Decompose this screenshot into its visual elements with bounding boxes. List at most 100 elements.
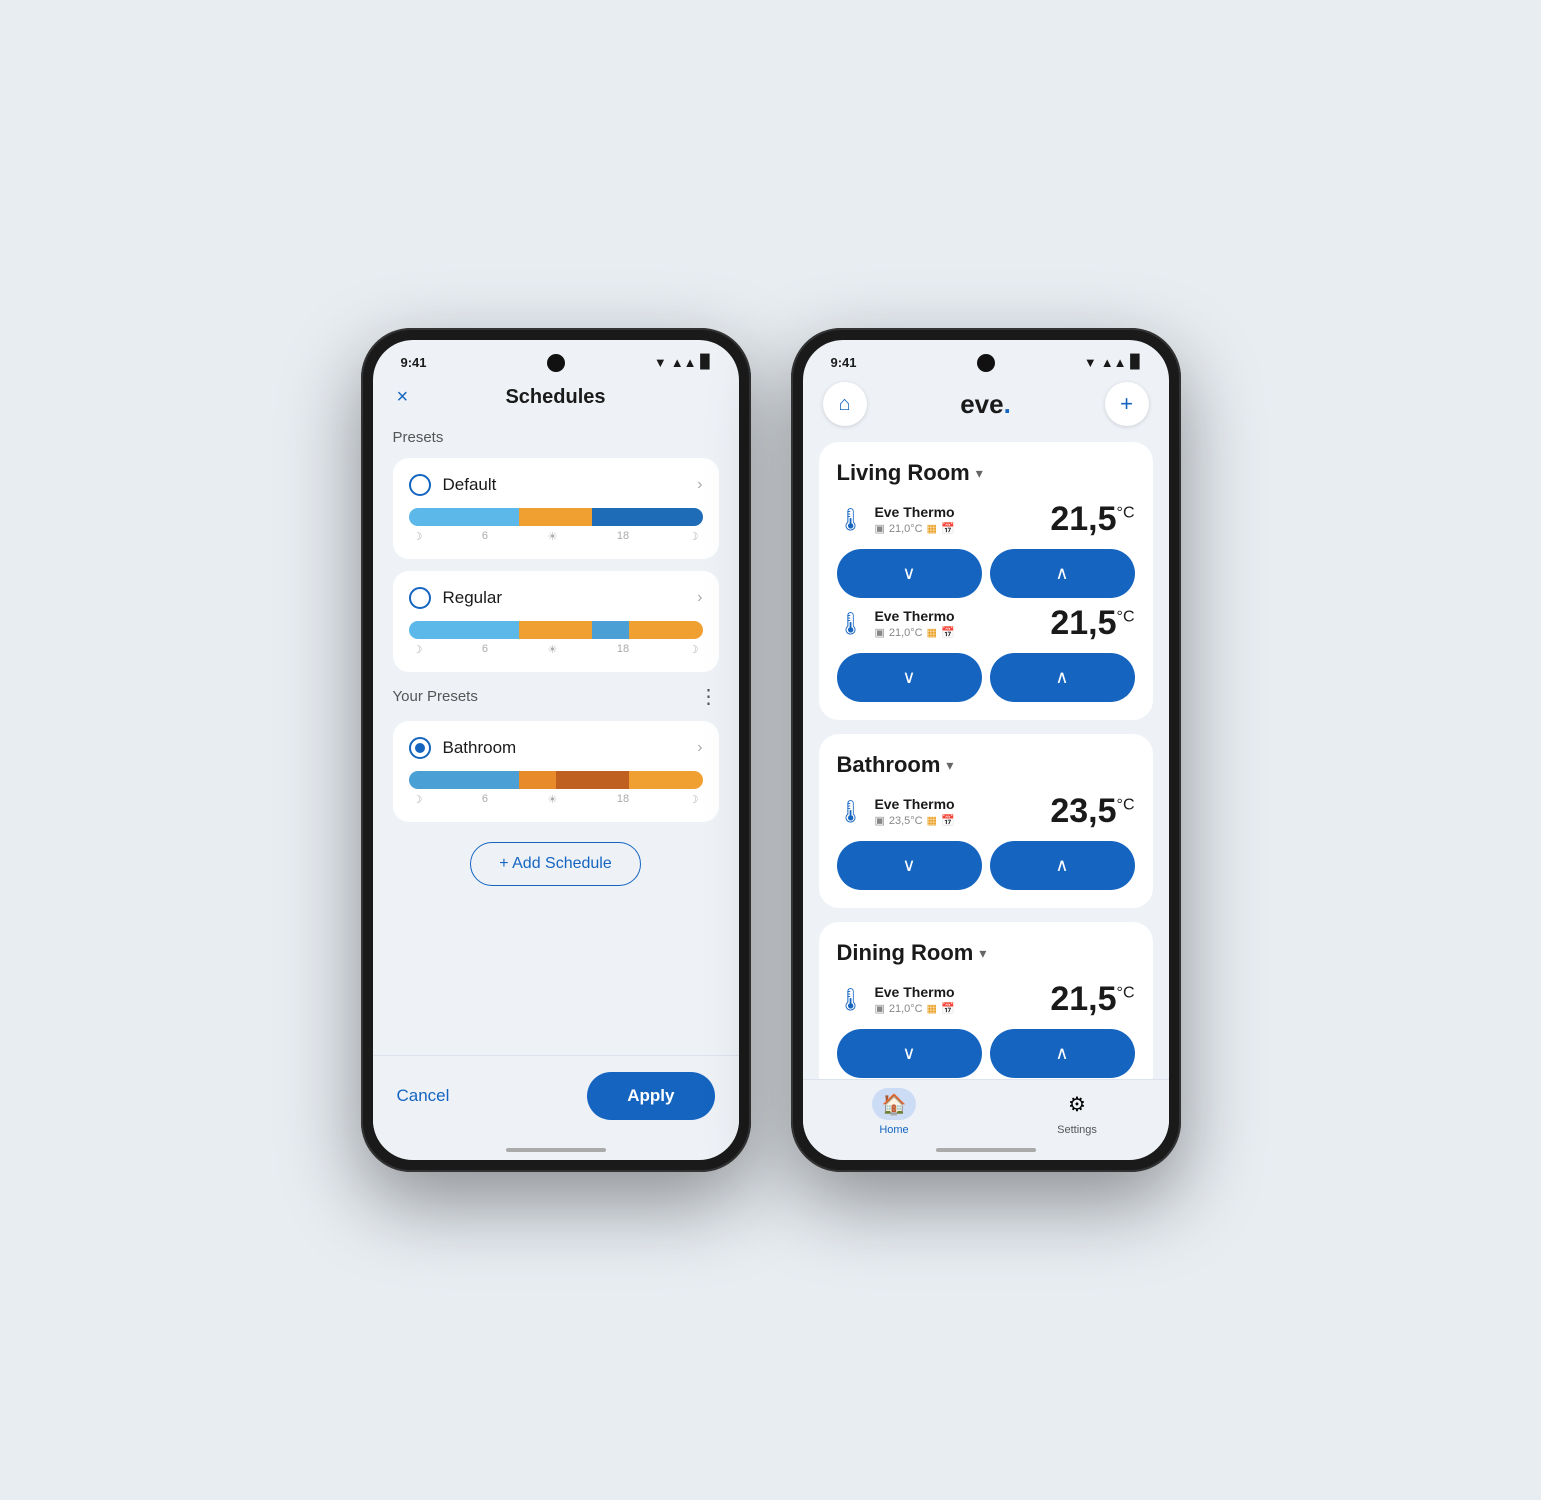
- preset-row-bathroom[interactable]: Bathroom ›: [409, 737, 703, 759]
- home-indicator: [373, 1140, 739, 1160]
- decrease-button-2[interactable]: ∨: [837, 653, 982, 702]
- room-card-bathroom: Bathroom ▾ 🌡 Eve Thermo ▣ 23,5°C ▦: [819, 734, 1153, 908]
- thermometer-icon: 🌡: [837, 507, 865, 533]
- room-name-bathroom: Bathroom: [837, 752, 941, 778]
- room-card-dining: Dining Room ▾ 🌡 Eve Thermo ▣ 21,0°C: [819, 922, 1153, 1079]
- bar-seg: [409, 621, 519, 639]
- schedules-screen: × Schedules Presets Default ›: [373, 378, 739, 1160]
- bar-seg: [409, 771, 519, 789]
- eve-logo: eve.: [960, 389, 1011, 420]
- status-time: 9:41: [401, 355, 427, 370]
- eve-dot: .: [1004, 389, 1011, 419]
- bar-seg: [409, 508, 519, 526]
- battery-icon-eve: ▉: [1131, 354, 1141, 370]
- room-name-living: Living Room: [837, 460, 970, 486]
- camera: [977, 354, 995, 372]
- status-icons: ▼ ▲▲ ▉: [654, 354, 711, 370]
- chevron-bathroom: ›: [697, 739, 702, 757]
- schedules-footer: Cancel Apply: [373, 1055, 739, 1140]
- preset-name-default: Default: [443, 475, 497, 495]
- home-circle-button[interactable]: ⌂: [823, 382, 867, 426]
- schedule-bar-default: ☽ 6 ☀ 18 ☽: [409, 508, 703, 543]
- bar-seg: [629, 771, 703, 789]
- status-icons-eve: ▼ ▲▲ ▉: [1084, 354, 1141, 370]
- thermo-name-2: Eve Thermo: [874, 608, 954, 624]
- control-btns: ∨ ∧: [837, 549, 1135, 598]
- thermo-name-dining: Eve Thermo: [874, 984, 954, 1000]
- thermo-row: 🌡 Eve Thermo ▣ 21,0°C ▦ 📅: [837, 500, 1135, 539]
- thermo-sub-temp-2: 21,0°C: [889, 627, 923, 639]
- preset-name-bathroom: Bathroom: [443, 738, 517, 758]
- house-icon: ⌂: [838, 393, 850, 416]
- bar-seg: [592, 508, 702, 526]
- add-schedule-button[interactable]: + Add Schedule: [470, 842, 641, 886]
- cancel-button[interactable]: Cancel: [397, 1086, 450, 1106]
- signal-icon: ▲▲: [671, 355, 697, 370]
- schedules-title: Schedules: [505, 386, 605, 409]
- thermometer-icon-dining: 🌡: [837, 987, 865, 1013]
- calendar-icon-bath: 📅: [941, 814, 955, 827]
- close-button[interactable]: ×: [397, 386, 409, 409]
- wifi-icon-eve: ▼: [1084, 355, 1097, 370]
- add-button[interactable]: +: [1105, 382, 1149, 426]
- thermo-temp: 21,5°C: [1050, 500, 1134, 539]
- wifi-icon: ▼: [654, 355, 667, 370]
- preset-name-regular: Regular: [443, 588, 503, 608]
- schedule-icon-bath: ▦: [927, 814, 937, 827]
- increase-button-dining[interactable]: ∧: [990, 1029, 1135, 1078]
- tab-bar: 🏠 Home ⚙ Settings: [803, 1079, 1169, 1140]
- radio-regular[interactable]: [409, 587, 431, 609]
- calendar-icon: 📅: [941, 522, 955, 535]
- eve-screen: ⌂ eve. + Living Room ▾ 🌡: [803, 378, 1169, 1160]
- thermo-sub-icon: ▣: [874, 522, 884, 535]
- radio-bathroom[interactable]: [409, 737, 431, 759]
- chevron-default: ›: [697, 476, 702, 494]
- bar-seg: [629, 621, 703, 639]
- room-card-living: Living Room ▾ 🌡 Eve Thermo ▣ 21,0°C: [819, 442, 1153, 720]
- increase-button[interactable]: ∧: [990, 549, 1135, 598]
- add-schedule-label: + Add Schedule: [499, 855, 612, 873]
- thermo-temp-bath: 23,5°C: [1050, 792, 1134, 831]
- thermo-sub-temp-dining: 21,0°C: [889, 1003, 923, 1015]
- thermometer-icon-2: 🌡: [837, 611, 865, 637]
- signal-icon-eve: ▲▲: [1101, 355, 1127, 370]
- radio-default[interactable]: [409, 474, 431, 496]
- control-btns-dining: ∨ ∧: [837, 1029, 1135, 1078]
- home-indicator-eve: [803, 1140, 1169, 1160]
- schedule-icon-2: ▦: [927, 626, 937, 639]
- your-presets-label: Your Presets: [393, 688, 478, 705]
- decrease-button-dining[interactable]: ∨: [837, 1029, 982, 1078]
- more-options-icon[interactable]: ⋮: [699, 684, 719, 709]
- schedules-body: Presets Default ›: [373, 425, 739, 1055]
- room-dropdown-dining[interactable]: ▾: [979, 945, 986, 962]
- bar-seg: [592, 621, 629, 639]
- schedules-header: × Schedules: [373, 378, 739, 425]
- thermo-sub-temp: 21,0°C: [889, 523, 923, 535]
- bar-seg: [519, 771, 556, 789]
- increase-button-2[interactable]: ∧: [990, 653, 1135, 702]
- tab-settings[interactable]: ⚙ Settings: [986, 1088, 1169, 1136]
- thermo-sub-icon-2: ▣: [874, 626, 884, 639]
- apply-button[interactable]: Apply: [587, 1072, 714, 1120]
- preset-row-default[interactable]: Default ›: [409, 474, 703, 496]
- increase-button-bath[interactable]: ∧: [990, 841, 1135, 890]
- control-btns-2: ∨ ∧: [837, 653, 1135, 702]
- room-dropdown-living[interactable]: ▾: [976, 465, 983, 482]
- bar-seg: [519, 508, 593, 526]
- battery-icon: ▉: [701, 354, 711, 370]
- presets-label: Presets: [393, 429, 719, 446]
- decrease-button[interactable]: ∨: [837, 549, 982, 598]
- thermo-temp-dining: 21,5°C: [1050, 980, 1134, 1019]
- bar-seg: [556, 771, 630, 789]
- preset-row-regular[interactable]: Regular ›: [409, 587, 703, 609]
- room-name-dining: Dining Room: [837, 940, 974, 966]
- home-tab-icon-wrap: 🏠: [872, 1088, 916, 1120]
- decrease-button-bath[interactable]: ∨: [837, 841, 982, 890]
- thermo-sub-icon-dining: ▣: [874, 1002, 884, 1015]
- schedule-icon-dining: ▦: [927, 1002, 937, 1015]
- schedule-icon: ▦: [927, 522, 937, 535]
- schedule-bar-regular: ☽ 6 ☀ 18 ☽: [409, 621, 703, 656]
- your-presets-header: Your Presets ⋮: [393, 684, 719, 709]
- room-dropdown-bathroom[interactable]: ▾: [946, 757, 953, 774]
- tab-home[interactable]: 🏠 Home: [803, 1088, 986, 1136]
